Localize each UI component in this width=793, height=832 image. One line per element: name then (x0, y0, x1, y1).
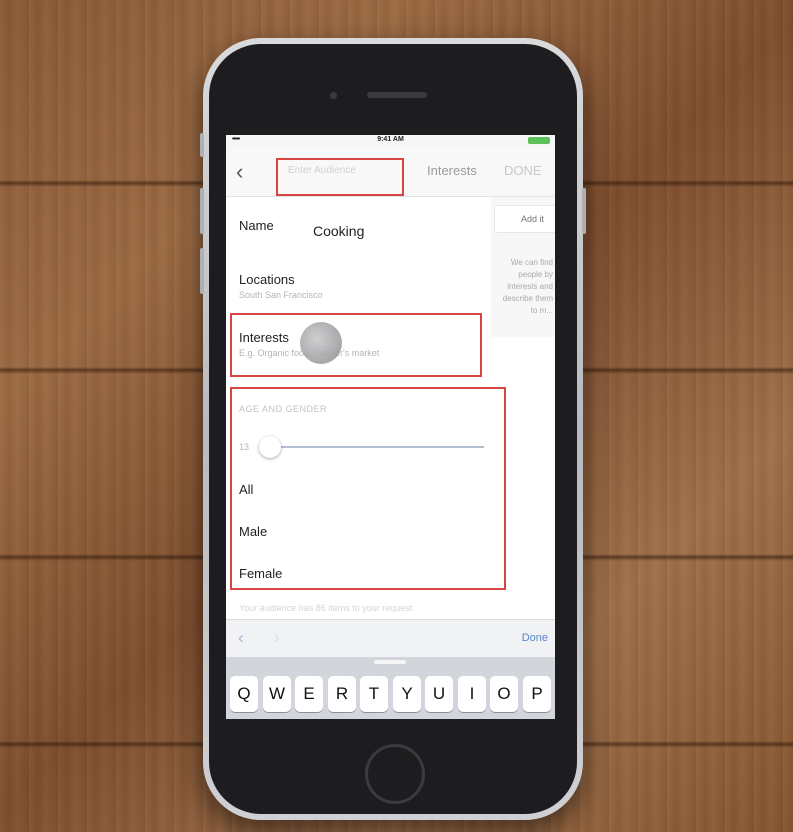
key-y[interactable]: Y (393, 676, 421, 712)
key-p[interactable]: P (523, 676, 551, 712)
back-chevron-icon[interactable]: ‹ (236, 159, 243, 185)
keyboard-toolbar: ‹ › Done (226, 619, 555, 657)
previous-field-chevron-icon[interactable]: ‹ (238, 628, 244, 648)
key-w[interactable]: W (263, 676, 291, 712)
add-interest-button[interactable]: Add it (494, 205, 555, 233)
side-panel: Add it We can find people by interests a… (491, 197, 555, 337)
key-o[interactable]: O (490, 676, 518, 712)
locations-label[interactable]: Locations (239, 272, 295, 287)
key-t[interactable]: T (360, 676, 388, 712)
key-i[interactable]: I (458, 676, 486, 712)
key-e[interactable]: E (295, 676, 323, 712)
audience-footnote: Your audience has 86 items to your reque… (239, 603, 413, 613)
earpiece-speaker (367, 92, 427, 98)
key-u[interactable]: U (425, 676, 453, 712)
status-time: 9:41 AM (377, 136, 404, 143)
highlight-interests (230, 313, 482, 377)
name-label: Name (239, 218, 274, 233)
front-camera (330, 92, 337, 99)
home-button[interactable] (365, 744, 425, 804)
side-note: We can find people by interests and desc… (502, 258, 553, 315)
keyboard-done-button[interactable]: Done (522, 632, 548, 644)
name-value-field[interactable]: Cooking (313, 223, 364, 239)
done-button[interactable]: DONE (504, 163, 542, 178)
key-r[interactable]: R (328, 676, 356, 712)
keyboard-handle (374, 660, 406, 664)
status-bar: ••••• 9:41 AM (226, 135, 555, 147)
volume-up-button (200, 188, 204, 234)
locations-value: South San Francisco (239, 290, 323, 300)
next-field-chevron-icon[interactable]: › (274, 628, 280, 648)
key-q[interactable]: Q (230, 676, 258, 712)
highlight-age-gender (230, 387, 506, 590)
highlight-audience-name (276, 158, 404, 196)
mute-switch (200, 133, 204, 157)
volume-down-button (200, 248, 204, 294)
battery-icon (528, 137, 550, 144)
nav-title: Interests (427, 163, 477, 178)
power-button (582, 188, 586, 234)
keyboard: Q W E R T Y U I O P (226, 657, 555, 719)
